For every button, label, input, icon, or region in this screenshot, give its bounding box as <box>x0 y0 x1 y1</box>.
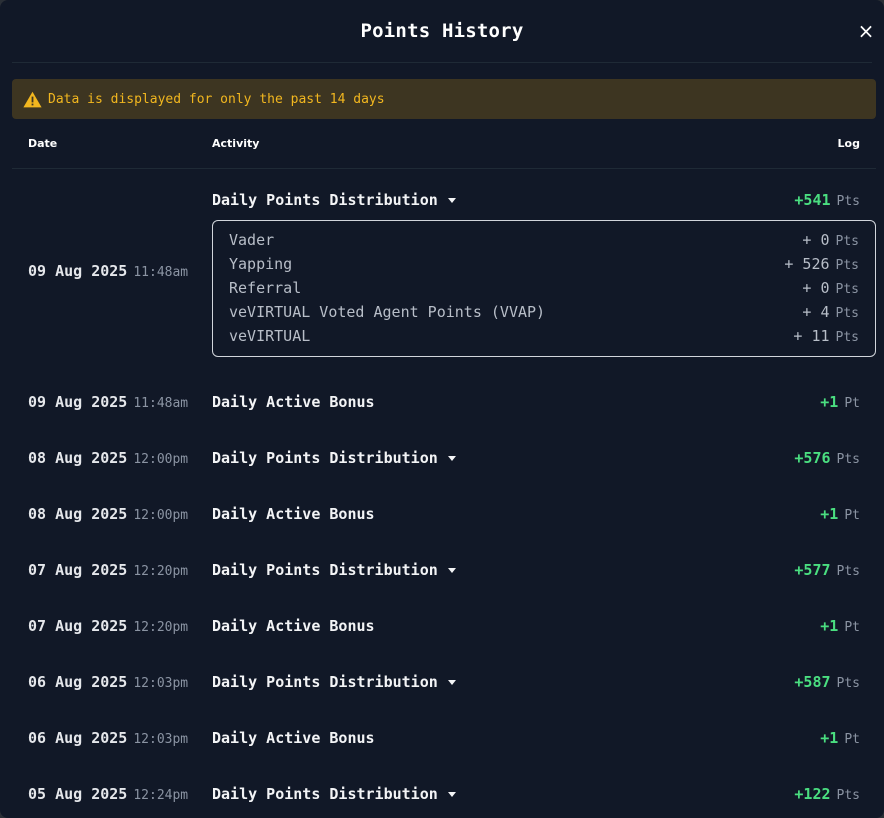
points-breakdown-panel: Vader + 0 Pts Yapping + 526 Pts Referral + 0 Pts… <box>212 220 876 357</box>
points-unit: Pt <box>844 396 860 411</box>
breakdown-row: Referral + 0 Pts <box>229 279 859 299</box>
table-row-activity[interactable]: Daily Points Distribution +122 Pts <box>0 785 884 805</box>
breakdown-unit: Pts <box>835 282 859 297</box>
activity-label: Daily Active Bonus <box>212 617 375 635</box>
column-header-log: Log <box>837 137 860 150</box>
points-unit: Pts <box>836 788 860 803</box>
table-row-activity[interactable]: Daily Points Distribution +577 Pts <box>0 561 884 581</box>
modal-header: Points History × <box>12 0 874 63</box>
points-history-modal: Points History × Data is displayed for o… <box>0 0 884 818</box>
points-log: +1 Pt <box>820 393 860 411</box>
breakdown-points: + 0 <box>802 231 830 249</box>
points-log: +577 Pts <box>794 561 860 579</box>
modal-title: Points History <box>360 20 524 42</box>
points-log: +122 Pts <box>794 785 860 803</box>
breakdown-value: + 0 Pts <box>802 231 859 249</box>
breakdown-row: Vader + 0 Pts <box>229 231 859 251</box>
points-unit: Pts <box>836 452 860 467</box>
column-header-activity: Activity <box>212 137 260 150</box>
breakdown-value: + 11 Pts <box>793 327 859 345</box>
activity-text: Daily Points Distribution <box>212 449 438 467</box>
breakdown-row: veVIRTUAL + 11 Pts <box>229 327 859 347</box>
points-log: +1 Pt <box>820 505 860 523</box>
points-unit: Pts <box>836 564 860 579</box>
activity-text: Daily Active Bonus <box>212 505 375 523</box>
points-log: +1 Pt <box>820 729 860 747</box>
row-date: 09 Aug 2025 11:48am <box>28 262 188 280</box>
points-unit: Pt <box>844 508 860 523</box>
points-unit: Pt <box>844 732 860 747</box>
activity-toggle[interactable]: Daily Points Distribution <box>212 449 456 467</box>
activity-text: Daily Points Distribution <box>212 673 438 691</box>
close-icon[interactable]: × <box>856 19 876 43</box>
activity-label: Daily Active Bonus <box>212 505 375 523</box>
breakdown-value: + 0 Pts <box>802 279 859 297</box>
points-log: +587 Pts <box>794 673 860 691</box>
activity-toggle[interactable]: Daily Points Distribution <box>212 191 456 209</box>
activity-text: Daily Points Distribution <box>212 191 438 209</box>
breakdown-unit: Pts <box>835 330 859 345</box>
activity-toggle[interactable]: Daily Points Distribution <box>212 785 456 803</box>
breakdown-row: Yapping + 526 Pts <box>229 255 859 275</box>
table-row-activity: Daily Active Bonus +1 Pt <box>0 505 884 525</box>
column-header-date: Date <box>28 137 58 150</box>
row-date-text: 09 Aug 2025 <box>28 262 128 280</box>
table-header: Date Activity Log <box>12 128 876 169</box>
points-log: +1 Pt <box>820 617 860 635</box>
points-value: +1 <box>820 393 839 411</box>
points-value: +1 <box>820 729 839 747</box>
caret-down-icon[interactable] <box>447 197 456 203</box>
table-row-activity[interactable]: Daily Points Distribution +587 Pts <box>0 673 884 693</box>
points-log: +541 Pts <box>794 191 860 209</box>
breakdown-value: + 526 Pts <box>784 255 859 273</box>
breakdown-unit: Pts <box>835 234 859 249</box>
breakdown-row: veVIRTUAL Voted Agent Points (VVAP) + 4 Pt… <box>229 303 859 323</box>
row-time: 11:48am <box>133 265 189 280</box>
caret-down-icon[interactable] <box>447 455 456 461</box>
activity-text: Daily Points Distribution <box>212 785 438 803</box>
points-value: +541 <box>794 191 831 209</box>
activity-text: Daily Active Bonus <box>212 729 375 747</box>
table-row-activity[interactable]: Daily Points Distribution +541 Pts <box>0 191 884 211</box>
points-value: +1 <box>820 505 839 523</box>
caret-down-icon[interactable] <box>447 791 456 797</box>
caret-down-icon[interactable] <box>447 567 456 573</box>
table-row-activity: Daily Active Bonus +1 Pt <box>0 617 884 637</box>
points-unit: Pts <box>836 194 860 209</box>
points-value: +587 <box>794 673 831 691</box>
activity-toggle[interactable]: Daily Points Distribution <box>212 561 456 579</box>
breakdown-points: + 0 <box>802 279 830 297</box>
points-value: +576 <box>794 449 831 467</box>
activity-text: Daily Points Distribution <box>212 561 438 579</box>
breakdown-value: + 4 Pts <box>802 303 859 321</box>
breakdown-label: Yapping <box>229 255 293 273</box>
warning-triangle-icon <box>23 91 42 108</box>
breakdown-label: veVIRTUAL <box>229 327 311 345</box>
activity-text: Daily Active Bonus <box>212 393 375 411</box>
points-value: +577 <box>794 561 831 579</box>
breakdown-label: Vader <box>229 231 275 249</box>
points-log: +576 Pts <box>794 449 860 467</box>
table-row-activity[interactable]: Daily Points Distribution +576 Pts <box>0 449 884 469</box>
warning-text: Data is displayed for only the past 14 d… <box>48 91 385 107</box>
activity-label: Daily Active Bonus <box>212 729 375 747</box>
breakdown-points: + 11 <box>793 327 830 345</box>
points-unit: Pts <box>836 676 860 691</box>
breakdown-label: Referral <box>229 279 302 297</box>
breakdown-unit: Pts <box>835 306 859 321</box>
points-value: +1 <box>820 617 839 635</box>
points-value: +122 <box>794 785 831 803</box>
breakdown-unit: Pts <box>835 258 859 273</box>
activity-text: Daily Active Bonus <box>212 617 375 635</box>
breakdown-points: + 4 <box>802 303 830 321</box>
activity-label: Daily Active Bonus <box>212 393 375 411</box>
points-unit: Pt <box>844 620 860 635</box>
table-row-activity: Daily Active Bonus +1 Pt <box>0 393 884 413</box>
warning-banner: Data is displayed for only the past 14 d… <box>12 79 876 119</box>
breakdown-points: + 526 <box>784 255 830 273</box>
table-row-activity: Daily Active Bonus +1 Pt <box>0 729 884 749</box>
activity-toggle[interactable]: Daily Points Distribution <box>212 673 456 691</box>
caret-down-icon[interactable] <box>447 679 456 685</box>
breakdown-label: veVIRTUAL Voted Agent Points (VVAP) <box>229 303 546 321</box>
